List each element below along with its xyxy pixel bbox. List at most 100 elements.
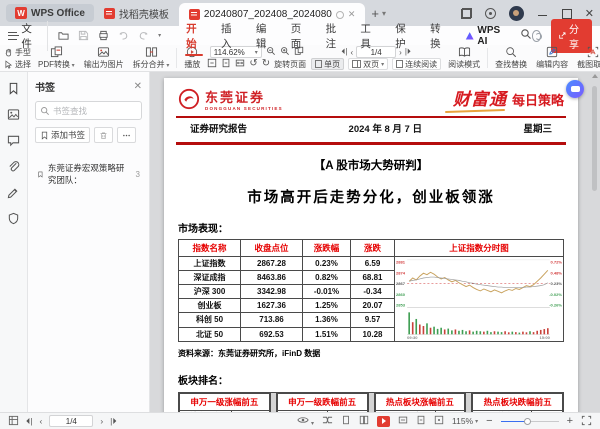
- facing-pages-view-icon[interactable]: [359, 415, 369, 427]
- col-index-name: 指数名称: [178, 238, 241, 257]
- delete-bookmark-button[interactable]: [94, 127, 114, 143]
- prev-page-icon[interactable]: ‹: [350, 48, 353, 57]
- more-actions-button[interactable]: [117, 127, 137, 143]
- comment-panel-icon[interactable]: [7, 134, 20, 150]
- svg-text:2867: 2867: [396, 281, 406, 286]
- screenshot-ocr-button[interactable]: 截图取字: [575, 46, 600, 70]
- tab-tools[interactable]: 工具: [359, 19, 377, 53]
- rotate-pages-button[interactable]: 旋转页面: [274, 59, 306, 70]
- rotate-left-icon[interactable]: ↺: [249, 59, 257, 69]
- zoom-out-button[interactable]: −: [486, 415, 492, 427]
- svg-text:2881: 2881: [396, 260, 406, 265]
- report-weekday: 星期三: [523, 124, 552, 136]
- tab-convert[interactable]: 转换: [429, 19, 447, 53]
- view-eye-icon[interactable]: ▾: [297, 415, 314, 427]
- add-bookmark-button[interactable]: 添加书签: [35, 127, 91, 143]
- vertical-scrollbar[interactable]: [590, 74, 599, 410]
- statusbar-page-input[interactable]: [49, 415, 94, 427]
- split-merge-button[interactable]: 拆分合并 ▾: [131, 46, 172, 70]
- rank-group-separator: [269, 392, 277, 412]
- bookmark-search-input[interactable]: [53, 105, 133, 116]
- scroll-up-arrow-icon[interactable]: [592, 74, 598, 78]
- market-table-cell: 1.51%: [302, 326, 351, 342]
- sector-ranking-label: 板块排名：: [178, 375, 228, 387]
- attachment-panel-icon[interactable]: [7, 160, 20, 176]
- zoom-in-icon[interactable]: [280, 46, 290, 59]
- tab-edit[interactable]: 编辑: [255, 19, 273, 53]
- thumbnail-toggle-icon[interactable]: [8, 415, 19, 428]
- market-table-cell: 1.36%: [302, 312, 351, 328]
- zoom-slider-knob[interactable]: [523, 417, 531, 425]
- single-page-view-icon[interactable]: [341, 415, 351, 427]
- redo-icon[interactable]: [138, 30, 149, 41]
- fit-width-icon[interactable]: [398, 415, 408, 427]
- actual-size-icon[interactable]: [207, 58, 217, 71]
- save-icon[interactable]: [78, 30, 89, 41]
- rank-group-table: 热点板块涨幅前五BC 电池4.24%细胞免疫治疗4.08%: [374, 392, 466, 412]
- fullscreen-icon[interactable]: [581, 415, 592, 428]
- intraday-chart-cell: 2881 2874 2867 2860 2853 0.72% 0.48% 0.23% -0.02…: [394, 255, 564, 342]
- menubar: 文件 ▾ 开始 插入 编辑 页面 批注 工具 保护 转换 WPS AI 分享: [0, 18, 600, 56]
- bookmark-panel-icon[interactable]: [7, 82, 20, 98]
- undo-icon[interactable]: [118, 30, 129, 41]
- actual-size-icon[interactable]: [434, 415, 444, 427]
- two-page-toggle[interactable]: 双页 ▾: [348, 58, 389, 70]
- zoom-in-button[interactable]: +: [567, 415, 573, 427]
- next-page-icon[interactable]: ›: [100, 416, 103, 426]
- autoplay-button[interactable]: [377, 415, 390, 427]
- statusbar: ⏴| ‹ › |⏵ ▾ 115%▾ − +: [0, 412, 600, 429]
- security-panel-icon[interactable]: [7, 212, 20, 228]
- zoom-slider[interactable]: [500, 416, 559, 426]
- quick-access-chevron-icon[interactable]: ▾: [158, 32, 161, 39]
- first-page-icon[interactable]: ⏴|: [26, 416, 32, 427]
- swap-pages-icon[interactable]: [322, 415, 333, 427]
- read-mode-button[interactable]: 阅读模式: [446, 46, 482, 70]
- continuous-icon: [396, 60, 404, 68]
- fit-width-icon[interactable]: [235, 58, 245, 71]
- tab-comment[interactable]: 批注: [325, 19, 343, 53]
- tab-home[interactable]: 开始: [185, 19, 203, 56]
- tab-page[interactable]: 页面: [290, 19, 308, 53]
- prev-page-icon[interactable]: ‹: [39, 416, 42, 426]
- wps-ai-button[interactable]: WPS AI: [465, 25, 508, 47]
- select-tool-button[interactable]: 选择: [4, 59, 31, 70]
- scrollbar-thumb[interactable]: [592, 86, 597, 191]
- layout-mode-icon[interactable]: [460, 7, 472, 19]
- hamburger-icon: [8, 31, 20, 40]
- minimize-button[interactable]: [537, 8, 548, 19]
- more-icon: [123, 134, 130, 136]
- export-image-button[interactable]: 输出为图片: [82, 46, 126, 70]
- fit-page-icon[interactable]: [416, 415, 426, 427]
- edit-content-button[interactable]: 编辑内容: [534, 46, 570, 70]
- bookmark-list-item[interactable]: 东莞证券宏观策略研究团队： 3: [35, 159, 142, 189]
- market-table-cell: 沪深 300: [178, 284, 241, 300]
- document-area[interactable]: 东莞证券 DONGGUAN SECURITIES 财富通 每日策略 证券研究报告…: [150, 72, 600, 412]
- find-replace-button[interactable]: 查找替换: [493, 46, 529, 70]
- hand-tool-button[interactable]: 手型: [4, 47, 31, 58]
- signature-panel-icon[interactable]: [7, 186, 20, 202]
- user-avatar[interactable]: [508, 5, 524, 21]
- thumbnail-panel-icon[interactable]: [7, 108, 20, 124]
- maximize-button[interactable]: [561, 8, 572, 19]
- wps-ai-floating-button[interactable]: [566, 80, 584, 98]
- fit-page-icon[interactable]: [221, 58, 231, 71]
- help-icon[interactable]: [531, 29, 542, 42]
- search-icon[interactable]: [520, 28, 532, 43]
- last-page-icon[interactable]: |⏵: [110, 416, 116, 427]
- skin-theme-icon[interactable]: [484, 7, 496, 19]
- print-icon[interactable]: [98, 30, 109, 41]
- rotate-right-icon[interactable]: ↻: [262, 59, 270, 69]
- open-file-icon[interactable]: [58, 30, 69, 41]
- market-table-cell: -0.34: [350, 284, 395, 300]
- tab-docer-templates[interactable]: 找稻壳模板: [94, 0, 179, 26]
- pdf-convert-button[interactable]: PDF转换 ▾: [36, 46, 77, 70]
- panel-close-icon[interactable]: ✕: [134, 81, 142, 92]
- tab-list-chevron-icon[interactable]: ▾: [382, 9, 386, 18]
- single-page-toggle[interactable]: 单页: [311, 58, 345, 70]
- bookmark-search[interactable]: [35, 101, 142, 120]
- statusbar-zoom-dropdown[interactable]: 115% ▾: [452, 416, 478, 426]
- tab-protect[interactable]: 保护: [394, 19, 412, 53]
- tab-insert[interactable]: 插入: [220, 19, 238, 53]
- wps-home-button[interactable]: W WPS Office: [6, 4, 94, 22]
- continuous-toggle[interactable]: 连续阅读: [392, 58, 442, 70]
